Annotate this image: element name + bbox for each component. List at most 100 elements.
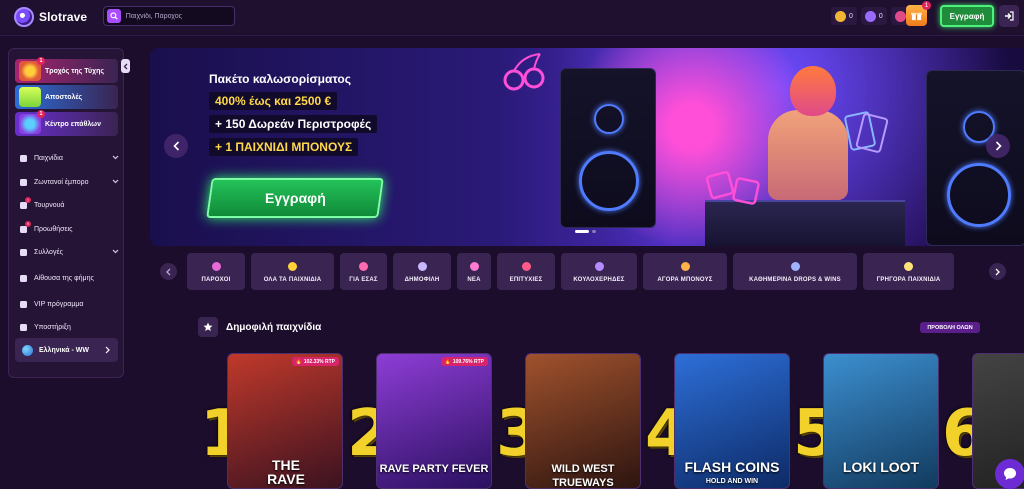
categories-prev-button[interactable] bbox=[160, 263, 177, 280]
sidebar-item-games[interactable]: Παιχνίδια bbox=[19, 147, 119, 171]
rtp-badge-label: 102.33% RTP bbox=[303, 358, 335, 365]
category-star[interactable]: ΔΗΜΟΦΙΛΗ bbox=[393, 253, 451, 290]
promo-badge: 1 bbox=[37, 110, 45, 118]
top-bar: Slotrave 000 1 Εγγραφή bbox=[0, 0, 1024, 36]
register-button[interactable]: Εγγραφή bbox=[940, 5, 994, 27]
category-label: ΓΡΗΓΟΡΑ ΠΑΙΧΝΙΔΙΑ bbox=[876, 276, 941, 283]
vip-crown-icon bbox=[19, 300, 28, 309]
sidebar-item-support[interactable]: Υποστήριξη bbox=[19, 316, 119, 340]
sidebar-item-hall-of-fame[interactable]: Αίθουσα της φήμης bbox=[19, 265, 119, 293]
category-joystick[interactable]: ΕΠΙΤΥΧΙΕΣ bbox=[497, 253, 555, 290]
category-slot-machine[interactable]: ΚΟΥΛΟΧΕΡΗΔΕΣ bbox=[561, 253, 637, 290]
banner-dot[interactable] bbox=[592, 230, 596, 233]
balance-item[interactable]: 0 bbox=[860, 7, 887, 25]
chevron-left-icon bbox=[123, 63, 128, 69]
sidebar: 1 Τροχός της Τύχης Αποστολές 1 Κέντρο επάθλω… bbox=[8, 48, 130, 378]
category-rocket[interactable]: ΓΡΗΓΟΡΑ ΠΑΙΧΝΙΔΙΑ bbox=[863, 253, 954, 290]
banner-pagination bbox=[575, 230, 596, 233]
sidebar-item-promotions[interactable]: 9 Προωθήσεις bbox=[19, 218, 119, 242]
game-card[interactable]: 🔥 102.33% RTP THE RAVE bbox=[227, 353, 343, 489]
category-sparkle[interactable]: ΝΕΑ bbox=[457, 253, 491, 290]
category-flag[interactable]: ΠΑΡΟΧΟΙ bbox=[187, 253, 245, 290]
flag-icon bbox=[211, 261, 222, 272]
game-card[interactable]: LOKI LOOT bbox=[823, 353, 939, 489]
sparkle-icon bbox=[469, 261, 480, 272]
slot-machine-icon bbox=[594, 261, 605, 272]
category-trophy[interactable]: ΚΑΘΗΜΕΡΙΝΑ DROPS & WINS bbox=[733, 253, 857, 290]
dj-head-illustration bbox=[790, 66, 836, 116]
nav-badge: 9 bbox=[25, 220, 31, 227]
sidebar-item-live-dealer[interactable]: Ζωντανοί έμπορο bbox=[19, 171, 119, 195]
sidebar-item-collections[interactable]: Συλλογές bbox=[19, 241, 119, 265]
cards-icon bbox=[844, 111, 889, 153]
balance-item[interactable]: 0 bbox=[831, 7, 857, 25]
gift-button[interactable]: 1 bbox=[906, 1, 931, 26]
login-icon bbox=[1005, 11, 1014, 21]
nav-badge: 7 bbox=[25, 197, 31, 203]
chat-button[interactable] bbox=[995, 459, 1024, 489]
game-card[interactable]: WILD WEST TRUEWAYS bbox=[525, 353, 641, 489]
gift-icon bbox=[911, 11, 922, 21]
logo[interactable]: Slotrave bbox=[14, 7, 87, 27]
sidebar-item-trophy[interactable]: 7 Τουρνουά bbox=[19, 194, 119, 218]
game-title: RAVE PARTY FEVER bbox=[379, 463, 489, 475]
promo-badge: 1 bbox=[37, 57, 45, 65]
sidebar-collapse-button[interactable] bbox=[121, 59, 130, 73]
hall-of-fame-icon bbox=[19, 274, 28, 283]
category-label: ΔΗΜΟΦΙΛΗ bbox=[404, 276, 440, 283]
speaker-illustration bbox=[560, 68, 656, 228]
categories-next-button[interactable] bbox=[989, 263, 1006, 280]
chevron-left-icon bbox=[166, 268, 171, 275]
chevron-down-icon bbox=[112, 155, 119, 162]
sidebar-item-label: Παιχνίδια bbox=[34, 155, 63, 163]
banner-prev-button[interactable] bbox=[164, 134, 188, 158]
chevron-right-icon bbox=[995, 141, 1002, 151]
search-icon[interactable] bbox=[107, 9, 121, 23]
sidebar-item-label: VIP πρόγραμμα bbox=[34, 300, 84, 308]
game-subtitle: HOLD AND WIN bbox=[705, 478, 759, 485]
banner-register-label: Εγγραφή bbox=[264, 190, 326, 206]
sidebar-promo-3[interactable]: 1 Κέντρο επάθλων bbox=[15, 110, 118, 136]
sidebar-promo-2[interactable]: Αποστολές bbox=[15, 85, 118, 109]
banner-dot[interactable] bbox=[575, 230, 589, 233]
sidebar-promo-label: Τροχός της Τύχης bbox=[45, 67, 105, 75]
category-label: ΓΙΑ ΕΣΑΣ bbox=[349, 276, 378, 283]
banner-next-button[interactable] bbox=[986, 134, 1010, 158]
purple-coin-icon bbox=[864, 10, 876, 22]
banner-text: Πακέτο καλωσορίσματος 400% έως και 2500 … bbox=[209, 72, 378, 161]
game-card[interactable]: FLASH COINS HOLD AND WIN bbox=[674, 353, 790, 489]
balance-value: 0 bbox=[878, 12, 883, 20]
category-label: ΠΑΡΟΧΟΙ bbox=[201, 276, 231, 283]
sidebar-promo-label: Αποστολές bbox=[45, 93, 83, 101]
sidebar-item-label: Υποστήριξη bbox=[34, 324, 71, 332]
logo-icon bbox=[14, 7, 34, 27]
search-input[interactable] bbox=[125, 12, 234, 20]
banner-register-button[interactable]: Εγγραφή bbox=[206, 178, 384, 218]
sidebar-item-label: Προωθήσεις bbox=[34, 225, 73, 233]
language-selector[interactable]: Ελληνικά - WW bbox=[15, 338, 118, 362]
search-bar bbox=[103, 6, 235, 26]
sidebar-promo-1[interactable]: 1 Τροχός της Τύχης bbox=[15, 57, 118, 83]
game-title: WILD WEST TRUEWAYS bbox=[551, 463, 615, 489]
category-heart-cards[interactable]: ΓΙΑ ΕΣΑΣ bbox=[340, 253, 387, 290]
rtp-badge: 🔥 109.76% RTP bbox=[440, 357, 488, 366]
category-coin[interactable]: ΟΛΑ ΤΑ ΠΑΙΧΝΙΔΙΑ bbox=[251, 253, 334, 290]
brand-name: Slotrave bbox=[39, 10, 88, 24]
sidebar-item-vip-crown[interactable]: VIP πρόγραμμα bbox=[19, 293, 119, 317]
see-all-button[interactable]: ΠΡΟΒΟΛΗ ΟΛΩΝ bbox=[920, 322, 980, 333]
speaker-illustration bbox=[926, 70, 1024, 246]
login-button[interactable] bbox=[999, 5, 1019, 27]
balances: 000 bbox=[831, 7, 917, 25]
banner-title: Πακέτο καλωσορίσματος bbox=[209, 72, 351, 86]
popular-title: Δημοφιλή παιχνίδια bbox=[226, 321, 322, 333]
category-bar: ΠΑΡΟΧΟΙ ΟΛΑ ΤΑ ΠΑΙΧΝΙΔΙΑ ΓΙΑ ΕΣΑΣ ΔΗΜΟΦΙΛΗ Ν… bbox=[187, 253, 954, 290]
category-label: ΟΛΑ ΤΑ ΠΑΙΧΝΙΔΙΑ bbox=[263, 276, 322, 283]
game-title: FLASH COINS bbox=[684, 459, 780, 475]
heart-cards-icon bbox=[358, 261, 369, 272]
coin-icon bbox=[287, 261, 298, 272]
category-bonus[interactable]: ΑΓΟΡΑ ΜΠΟΝΟΥΣ bbox=[643, 253, 727, 290]
game-card[interactable]: 🔥 109.76% RTP RAVE PARTY FEVER bbox=[376, 353, 492, 489]
sidebar-item-label: Αίθουσα της φήμης bbox=[34, 275, 94, 282]
bb-coin-icon bbox=[894, 10, 906, 22]
chevron-down-icon bbox=[112, 179, 119, 186]
